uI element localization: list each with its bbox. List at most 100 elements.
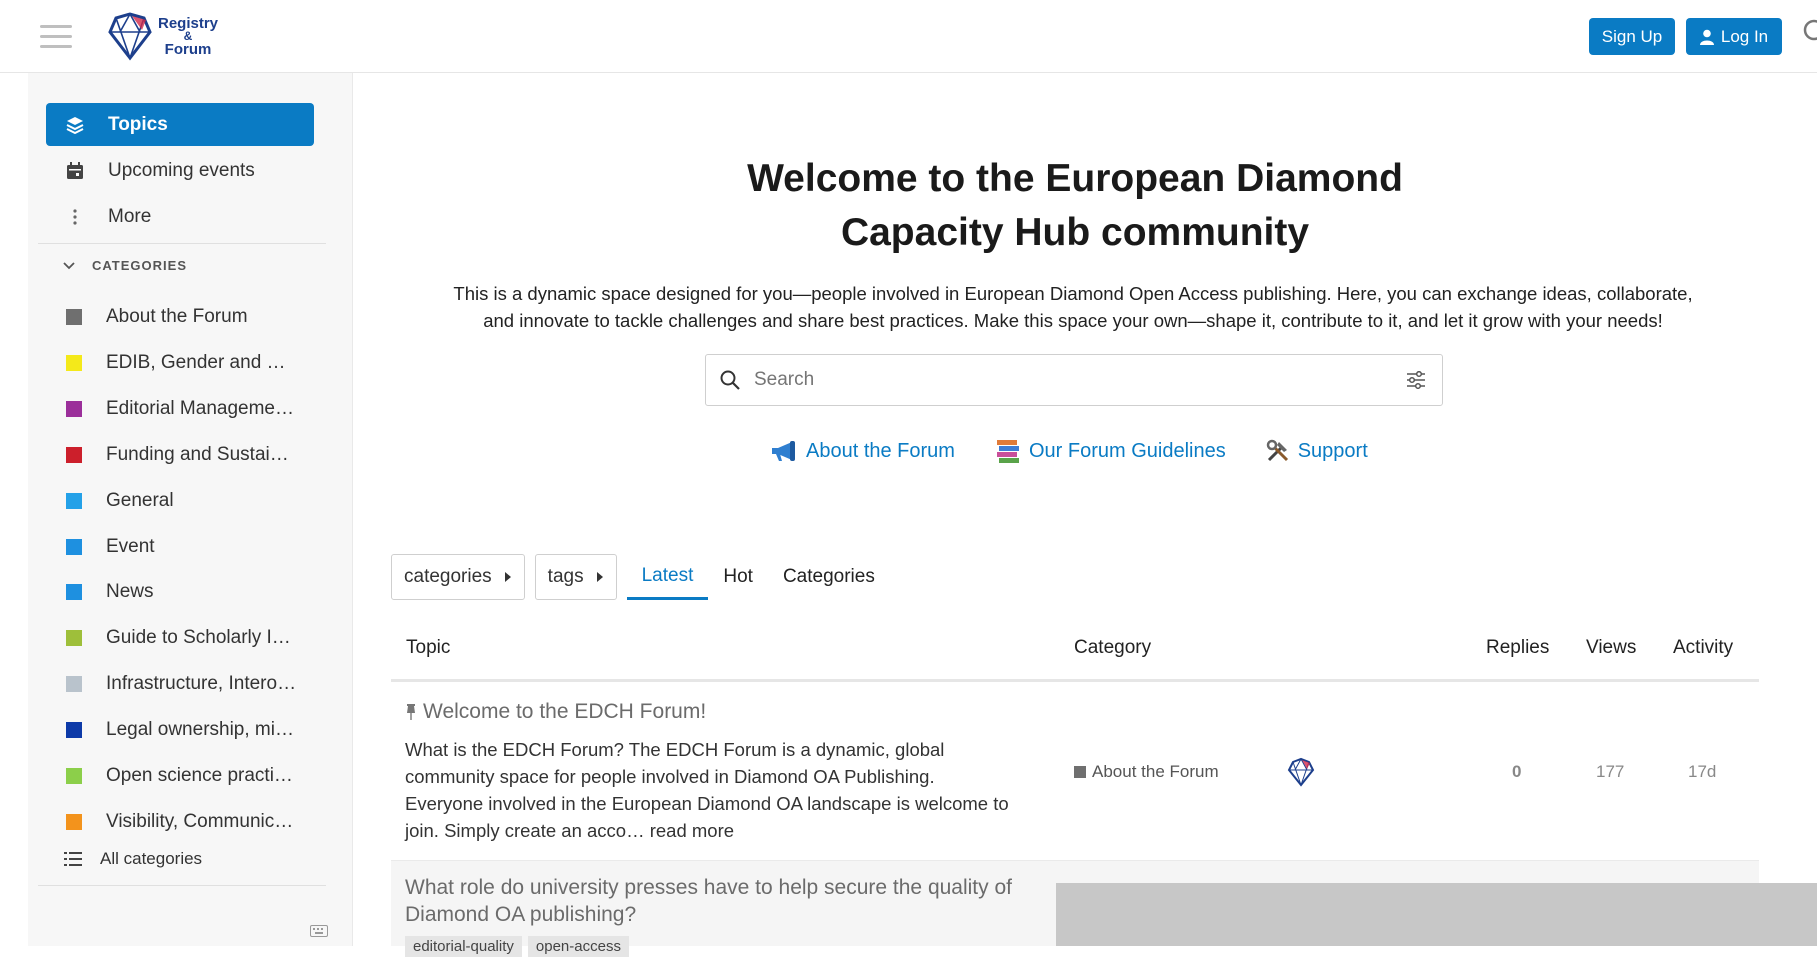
sidebar-category-item[interactable]: Event — [46, 527, 314, 567]
category-color-swatch — [66, 400, 82, 417]
category-color-swatch — [66, 354, 82, 371]
sign-up-button[interactable]: Sign Up — [1589, 18, 1675, 55]
sidebar-category-label: Guide to Scholarly I… — [106, 627, 291, 649]
sidebar-item-more[interactable]: More — [46, 195, 314, 238]
topic-views: 177 — [1596, 762, 1625, 781]
log-in-button[interactable]: Log In — [1686, 18, 1782, 55]
topic-category-badge[interactable]: About the Forum — [1074, 762, 1219, 782]
megaphone-icon — [772, 441, 795, 461]
sidebar-category-label: Open science practi… — [106, 765, 293, 786]
tags-dropdown[interactable]: tags — [534, 554, 617, 600]
topic-excerpt: What is the EDCH Forum? The EDCH Forum i… — [405, 739, 1009, 841]
list-icon — [64, 852, 82, 866]
all-categories-label: All categories — [100, 849, 203, 868]
support-link[interactable]: Support — [1266, 439, 1368, 463]
sidebar-category-item[interactable]: Funding and Sustai… — [46, 435, 314, 475]
vertical-dots-icon — [62, 208, 88, 226]
tab-hot[interactable]: Hot — [708, 554, 768, 600]
support-label: Support — [1297, 439, 1368, 462]
categories-dropdown-label: categories — [404, 566, 492, 587]
about-forum-link[interactable]: About the Forum — [770, 440, 955, 463]
search-field[interactable] — [705, 354, 1443, 406]
column-replies[interactable]: Replies — [1486, 637, 1549, 659]
column-activity[interactable]: Activity — [1673, 637, 1733, 659]
category-color-swatch — [1074, 766, 1086, 778]
calendar-icon — [62, 161, 88, 180]
sidebar-category-label: News — [106, 581, 154, 603]
quick-links: About the Forum Our Forum Guidelines Sup… — [770, 436, 1408, 466]
sidebar-item-label: More — [108, 205, 152, 227]
topic-replies: 0 — [1512, 762, 1522, 781]
topic-tags: editorial-quality open-access — [405, 936, 629, 957]
sidebar: Topics Upcoming events More CATEGORIES A… — [28, 73, 353, 946]
column-category: Category — [1074, 637, 1152, 658]
tags-dropdown-label: tags — [547, 566, 584, 587]
site-logo[interactable]: Registry & Forum — [106, 10, 218, 62]
sidebar-category-item[interactable]: News — [46, 572, 314, 612]
tab-categories[interactable]: Categories — [768, 554, 890, 600]
grey-overlay-panel — [1056, 883, 1817, 946]
topic-category-label: About the Forum — [1092, 762, 1219, 781]
sidebar-category-item[interactable]: Infrastructure, Intero… — [46, 664, 314, 704]
topic-list-header: Topic Category Replies Views Activity — [391, 625, 1759, 682]
sidebar-category-label: Editorial Manageme… — [106, 397, 294, 419]
diamond-logo-icon — [108, 12, 152, 61]
sidebar-category-label: EDIB, Gender and … — [106, 351, 286, 373]
sidebar-item-topics[interactable]: Topics — [46, 103, 314, 146]
forum-guidelines-link[interactable]: Our Forum Guidelines — [995, 438, 1226, 464]
sidebar-category-label: About the Forum — [106, 306, 248, 327]
tab-latest[interactable]: Latest — [626, 554, 709, 600]
hamburger-menu-icon[interactable] — [40, 20, 72, 50]
category-color-swatch — [66, 492, 82, 509]
search-icon — [720, 370, 740, 390]
sidebar-category-item[interactable]: Legal ownership, mi… — [46, 710, 314, 750]
sidebar-item-label: Topics — [108, 113, 168, 135]
table-row: Welcome to the EDCH Forum! What is the E… — [391, 680, 1759, 861]
topic-title-link[interactable]: Welcome to the EDCH Forum! — [405, 700, 706, 724]
tools-icon — [1266, 439, 1288, 462]
sidebar-category-item[interactable]: Guide to Scholarly I… — [46, 618, 314, 658]
category-color-swatch — [66, 768, 82, 784]
layers-icon — [62, 116, 88, 134]
column-views[interactable]: Views — [1586, 637, 1636, 659]
diamond-avatar-icon — [1287, 757, 1315, 787]
topic-tag[interactable]: open-access — [527, 936, 629, 957]
sidebar-category-label: Infrastructure, Intero… — [106, 673, 297, 695]
sidebar-divider — [38, 243, 326, 244]
sidebar-category-label: General — [106, 489, 174, 511]
avatar[interactable] — [1286, 757, 1316, 792]
category-color-swatch — [66, 722, 82, 739]
sidebar-category-item[interactable]: EDIB, Gender and … — [46, 343, 314, 383]
sidebar-category-item[interactable]: Visibility, Communic… — [46, 802, 314, 842]
categories-dropdown[interactable]: categories — [391, 554, 525, 600]
category-color-swatch — [66, 446, 82, 463]
topic-activity[interactable]: 17d — [1688, 762, 1716, 782]
log-in-label: Log In — [1720, 26, 1769, 46]
filter-sliders-icon[interactable] — [1406, 371, 1426, 389]
chevron-down-icon — [63, 261, 75, 269]
logo-text: Registry & Forum — [158, 14, 219, 58]
sidebar-category-item[interactable]: General — [46, 481, 314, 521]
topic-title: Welcome to the EDCH Forum! — [423, 700, 707, 723]
topic-filters: categories tags Latest Hot Categories — [391, 553, 890, 601]
sidebar-category-item[interactable]: About the Forum — [46, 297, 314, 337]
caret-right-icon — [596, 572, 603, 582]
site-header: Registry & Forum Sign Up Log In — [0, 0, 1817, 73]
search-icon[interactable] — [1800, 18, 1817, 44]
all-categories-link[interactable]: All categories — [64, 849, 202, 869]
topic-title-link[interactable]: What role do university presses have to … — [405, 874, 1065, 928]
category-color-swatch — [66, 813, 82, 830]
user-icon — [1699, 29, 1714, 45]
sidebar-category-item[interactable]: Open science practi… — [46, 756, 314, 796]
sidebar-divider — [38, 885, 326, 886]
sidebar-item-upcoming-events[interactable]: Upcoming events — [46, 149, 314, 192]
categories-section-toggle[interactable]: CATEGORIES — [62, 258, 187, 273]
category-color-swatch — [66, 676, 82, 693]
keyboard-icon[interactable] — [310, 925, 328, 937]
search-input[interactable] — [752, 368, 1406, 392]
category-color-swatch — [66, 584, 82, 601]
forum-guidelines-label: Our Forum Guidelines — [1028, 439, 1226, 462]
sidebar-category-item[interactable]: Editorial Manageme… — [46, 389, 314, 429]
topic-tag[interactable]: editorial-quality — [405, 936, 522, 957]
about-forum-label: About the Forum — [806, 439, 955, 462]
